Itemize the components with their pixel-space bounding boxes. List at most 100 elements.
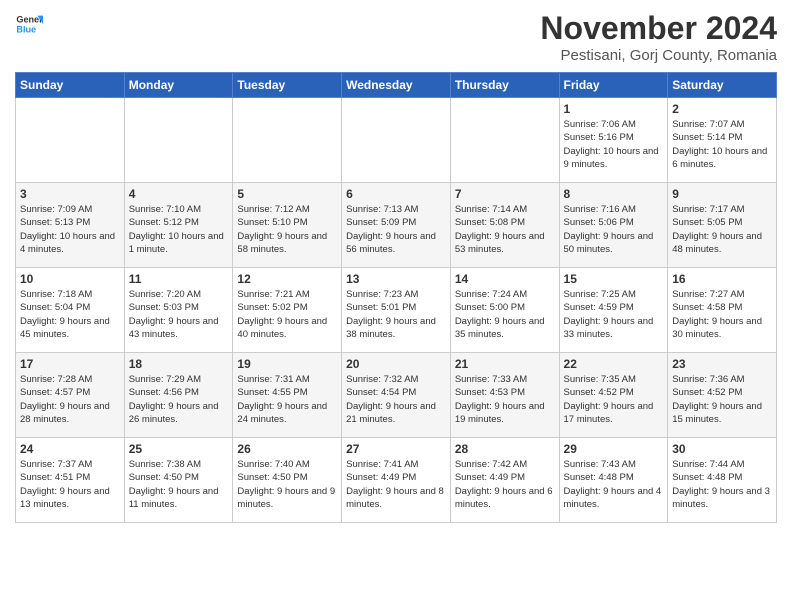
location: Pestisani, Gorj County, Romania: [540, 47, 777, 64]
day-info: Sunrise: 7:12 AM Sunset: 5:10 PM Dayligh…: [237, 203, 337, 256]
day-info: Sunrise: 7:21 AM Sunset: 5:02 PM Dayligh…: [237, 288, 337, 341]
day-header: Wednesday: [342, 73, 451, 98]
logo-icon: General Blue: [15, 10, 43, 38]
calendar-header: SundayMondayTuesdayWednesdayThursdayFrid…: [16, 73, 777, 98]
calendar-cell: 8 Sunrise: 7:16 AM Sunset: 5:06 PM Daylig…: [559, 183, 668, 268]
day-info: Sunrise: 7:17 AM Sunset: 5:05 PM Dayligh…: [672, 203, 772, 256]
day-header: Monday: [124, 73, 233, 98]
day-info: Sunrise: 7:28 AM Sunset: 4:57 PM Dayligh…: [20, 373, 120, 426]
day-number: 1: [564, 102, 664, 116]
day-number: 20: [346, 357, 446, 371]
day-number: 22: [564, 357, 664, 371]
logo: General Blue: [15, 10, 43, 38]
day-header: Sunday: [16, 73, 125, 98]
calendar-week: 3 Sunrise: 7:09 AM Sunset: 5:13 PM Daylig…: [16, 183, 777, 268]
day-number: 27: [346, 442, 446, 456]
day-info: Sunrise: 7:32 AM Sunset: 4:54 PM Dayligh…: [346, 373, 446, 426]
calendar-body: 1Sunrise: 7:06 AM Sunset: 5:16 PM Daylig…: [16, 98, 777, 523]
day-number: 6: [346, 187, 446, 201]
day-info: Sunrise: 7:36 AM Sunset: 4:52 PM Dayligh…: [672, 373, 772, 426]
calendar-table: SundayMondayTuesdayWednesdayThursdayFrid…: [15, 72, 777, 523]
day-number: 4: [129, 187, 229, 201]
day-header: Friday: [559, 73, 668, 98]
day-number: 8: [564, 187, 664, 201]
calendar-cell: 12 Sunrise: 7:21 AM Sunset: 5:02 PM Dayli…: [233, 268, 342, 353]
calendar-cell: 3 Sunrise: 7:09 AM Sunset: 5:13 PM Daylig…: [16, 183, 125, 268]
calendar-cell: 14Sunrise: 7:24 AM Sunset: 5:00 PM Dayli…: [450, 268, 559, 353]
day-info: Sunrise: 7:16 AM Sunset: 5:06 PM Dayligh…: [564, 203, 664, 256]
day-info: Sunrise: 7:25 AM Sunset: 4:59 PM Dayligh…: [564, 288, 664, 341]
calendar-cell: 16 Sunrise: 7:27 AM Sunset: 4:58 PM Dayli…: [668, 268, 777, 353]
day-info: Sunrise: 7:09 AM Sunset: 5:13 PM Dayligh…: [20, 203, 120, 256]
day-number: 29: [564, 442, 664, 456]
calendar-cell: [450, 98, 559, 183]
calendar-week: 24 Sunrise: 7:37 AM Sunset: 4:51 PM Dayli…: [16, 438, 777, 523]
calendar-cell: 17 Sunrise: 7:28 AM Sunset: 4:57 PM Dayli…: [16, 353, 125, 438]
calendar-cell: 15 Sunrise: 7:25 AM Sunset: 4:59 PM Dayli…: [559, 268, 668, 353]
svg-text:Blue: Blue: [16, 24, 36, 34]
day-info: Sunrise: 7:33 AM Sunset: 4:53 PM Dayligh…: [455, 373, 555, 426]
calendar-week: 1Sunrise: 7:06 AM Sunset: 5:16 PM Daylig…: [16, 98, 777, 183]
calendar-cell: 21 Sunrise: 7:33 AM Sunset: 4:53 PM Dayli…: [450, 353, 559, 438]
day-number: 23: [672, 357, 772, 371]
day-header: Thursday: [450, 73, 559, 98]
day-number: 17: [20, 357, 120, 371]
day-info: Sunrise: 7:37 AM Sunset: 4:51 PM Dayligh…: [20, 458, 120, 511]
day-info: Sunrise: 7:31 AM Sunset: 4:55 PM Dayligh…: [237, 373, 337, 426]
calendar-cell: 7 Sunrise: 7:14 AM Sunset: 5:08 PM Daylig…: [450, 183, 559, 268]
title-section: November 2024 Pestisani, Gorj County, Ro…: [540, 10, 777, 64]
day-number: 9: [672, 187, 772, 201]
day-header: Tuesday: [233, 73, 342, 98]
calendar-cell: 18 Sunrise: 7:29 AM Sunset: 4:56 PM Dayli…: [124, 353, 233, 438]
calendar-cell: 24 Sunrise: 7:37 AM Sunset: 4:51 PM Dayli…: [16, 438, 125, 523]
day-number: 16: [672, 272, 772, 286]
day-info: Sunrise: 7:24 AM Sunset: 5:00 PM Dayligh…: [455, 288, 555, 341]
day-info: Sunrise: 7:14 AM Sunset: 5:08 PM Dayligh…: [455, 203, 555, 256]
day-number: 24: [20, 442, 120, 456]
day-info: Sunrise: 7:43 AM Sunset: 4:48 PM Dayligh…: [564, 458, 664, 511]
calendar-cell: 25Sunrise: 7:38 AM Sunset: 4:50 PM Dayli…: [124, 438, 233, 523]
calendar-cell: 5 Sunrise: 7:12 AM Sunset: 5:10 PM Daylig…: [233, 183, 342, 268]
day-number: 13: [346, 272, 446, 286]
day-info: Sunrise: 7:18 AM Sunset: 5:04 PM Dayligh…: [20, 288, 120, 341]
day-info: Sunrise: 7:42 AM Sunset: 4:49 PM Dayligh…: [455, 458, 555, 511]
day-number: 5: [237, 187, 337, 201]
calendar-cell: 23 Sunrise: 7:36 AM Sunset: 4:52 PM Dayli…: [668, 353, 777, 438]
calendar-cell: 1Sunrise: 7:06 AM Sunset: 5:16 PM Daylig…: [559, 98, 668, 183]
day-info: Sunrise: 7:44 AM Sunset: 4:48 PM Dayligh…: [672, 458, 772, 511]
calendar-cell: 6 Sunrise: 7:13 AM Sunset: 5:09 PM Daylig…: [342, 183, 451, 268]
calendar-cell: 22Sunrise: 7:35 AM Sunset: 4:52 PM Dayli…: [559, 353, 668, 438]
calendar-cell: [124, 98, 233, 183]
calendar-cell: [233, 98, 342, 183]
day-number: 12: [237, 272, 337, 286]
day-number: 18: [129, 357, 229, 371]
calendar-cell: 9 Sunrise: 7:17 AM Sunset: 5:05 PM Daylig…: [668, 183, 777, 268]
calendar-week: 17 Sunrise: 7:28 AM Sunset: 4:57 PM Dayli…: [16, 353, 777, 438]
day-number: 10: [20, 272, 120, 286]
day-number: 30: [672, 442, 772, 456]
calendar-cell: 13Sunrise: 7:23 AM Sunset: 5:01 PM Dayli…: [342, 268, 451, 353]
day-info: Sunrise: 7:29 AM Sunset: 4:56 PM Dayligh…: [129, 373, 229, 426]
day-info: Sunrise: 7:27 AM Sunset: 4:58 PM Dayligh…: [672, 288, 772, 341]
calendar-cell: 29 Sunrise: 7:43 AM Sunset: 4:48 PM Dayli…: [559, 438, 668, 523]
day-number: 15: [564, 272, 664, 286]
day-number: 7: [455, 187, 555, 201]
calendar-cell: 20 Sunrise: 7:32 AM Sunset: 4:54 PM Dayli…: [342, 353, 451, 438]
day-number: 25: [129, 442, 229, 456]
day-info: Sunrise: 7:40 AM Sunset: 4:50 PM Dayligh…: [237, 458, 337, 511]
calendar-cell: 10 Sunrise: 7:18 AM Sunset: 5:04 PM Dayli…: [16, 268, 125, 353]
day-number: 3: [20, 187, 120, 201]
day-info: Sunrise: 7:07 AM Sunset: 5:14 PM Dayligh…: [672, 118, 772, 171]
day-info: Sunrise: 7:20 AM Sunset: 5:03 PM Dayligh…: [129, 288, 229, 341]
calendar-cell: 19Sunrise: 7:31 AM Sunset: 4:55 PM Dayli…: [233, 353, 342, 438]
day-info: Sunrise: 7:13 AM Sunset: 5:09 PM Dayligh…: [346, 203, 446, 256]
day-info: Sunrise: 7:41 AM Sunset: 4:49 PM Dayligh…: [346, 458, 446, 511]
day-number: 28: [455, 442, 555, 456]
calendar-cell: 28 Sunrise: 7:42 AM Sunset: 4:49 PM Dayli…: [450, 438, 559, 523]
day-info: Sunrise: 7:10 AM Sunset: 5:12 PM Dayligh…: [129, 203, 229, 256]
calendar-cell: 4 Sunrise: 7:10 AM Sunset: 5:12 PM Daylig…: [124, 183, 233, 268]
day-number: 11: [129, 272, 229, 286]
calendar-cell: [342, 98, 451, 183]
day-number: 21: [455, 357, 555, 371]
calendar-cell: 30 Sunrise: 7:44 AM Sunset: 4:48 PM Dayli…: [668, 438, 777, 523]
